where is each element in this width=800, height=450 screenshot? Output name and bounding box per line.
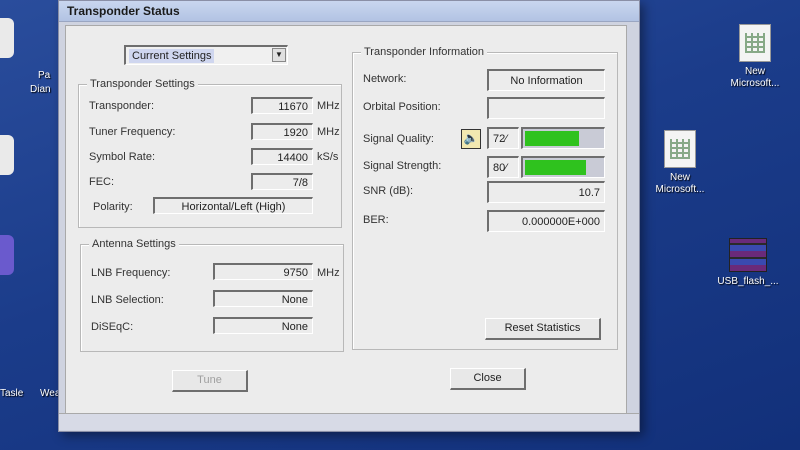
desktop-label-left: Dian — [30, 84, 51, 95]
dialog-titlebar[interactable]: Transponder Status — [59, 1, 639, 22]
diseqc-field[interactable]: None — [213, 317, 313, 334]
lnb-selection-label: LNB Selection: — [91, 294, 164, 306]
document-icon — [739, 24, 771, 62]
tuner-frequency-label: Tuner Frequency: — [89, 126, 176, 138]
desktop-icon-label: New Microsoft... — [655, 172, 705, 195]
signal-quality-field: 72⁄ — [487, 127, 519, 149]
snr-label: SNR (dB): — [363, 185, 414, 197]
archive-icon — [729, 238, 767, 272]
lnb-frequency-label: LNB Frequency: — [91, 267, 171, 279]
diseqc-label: DiSEqC: — [91, 321, 134, 333]
desktop-icon-word-doc[interactable]: New Microsoft... — [720, 24, 790, 90]
network-label: Network: — [363, 73, 407, 85]
dialog-title: Transponder Status — [67, 4, 180, 18]
desktop-app-icon[interactable] — [0, 135, 14, 175]
signal-quality-bar — [521, 127, 605, 149]
desktop-app-icon[interactable] — [0, 18, 14, 58]
signal-strength-fill — [525, 160, 586, 175]
desktop-label-left: Tasle — [0, 388, 24, 399]
network-field[interactable]: No Information — [487, 69, 605, 91]
desktop-icon-label: USB_flash_... — [717, 276, 779, 287]
signal-strength-field: 80⁄ — [487, 156, 519, 178]
dialog-bottom-strip — [59, 413, 639, 430]
unit-label: MHz — [317, 126, 340, 138]
tune-button[interactable]: Tune — [172, 370, 248, 392]
view-select-value: Current Settings — [129, 49, 215, 63]
group-title: Transponder Information — [361, 46, 488, 58]
polarity-field[interactable]: Horizontal/Left (High) — [153, 197, 313, 214]
spreadsheet-icon — [664, 130, 696, 168]
tuner-frequency-field[interactable]: 1920 — [251, 123, 313, 140]
unit-label: MHz — [317, 100, 340, 112]
transponder-settings-group: Transponder Settings Transponder: 11670 … — [78, 78, 342, 228]
transponder-status-dialog: Transponder Status Current Settings ▼ Tr… — [58, 0, 640, 432]
speaker-icon[interactable]: 🔈 — [461, 129, 481, 149]
close-button[interactable]: Close — [450, 368, 526, 390]
dialog-client: Current Settings ▼ Transponder Settings … — [65, 25, 627, 415]
signal-quality-fill — [525, 131, 580, 146]
transponder-label: Transponder: — [89, 100, 155, 112]
symbol-rate-field[interactable]: 14400 — [251, 148, 313, 165]
lnb-selection-field[interactable]: None — [213, 290, 313, 307]
desktop-icon-excel-doc[interactable]: New Microsoft... — [642, 130, 718, 196]
unit-label: kS/s — [317, 151, 339, 163]
polarity-label: Polarity: — [93, 201, 133, 213]
signal-quality-label: Signal Quality: — [363, 133, 434, 145]
unit-label: MHz — [317, 267, 340, 279]
view-select[interactable]: Current Settings ▼ — [124, 45, 288, 65]
transponder-field[interactable]: 11670 — [251, 97, 313, 114]
lnb-frequency-field[interactable]: 9750 — [213, 263, 313, 280]
orbital-position-label: Orbital Position: — [363, 101, 441, 113]
signal-strength-bar — [521, 156, 605, 178]
antenna-settings-group: Antenna Settings LNB Frequency: 9750 MHz… — [80, 238, 344, 352]
group-title: Transponder Settings — [87, 78, 198, 90]
desktop-icon-label: New Microsoft... — [730, 66, 780, 89]
ber-label: BER: — [363, 214, 389, 226]
snr-field: 10.7 — [487, 181, 605, 203]
ber-field: 0.000000E+000 — [487, 210, 605, 232]
transponder-information-group: Transponder Information Network: No Info… — [352, 46, 618, 350]
reset-statistics-button[interactable]: Reset Statistics — [485, 318, 601, 340]
chevron-down-icon[interactable]: ▼ — [272, 48, 286, 62]
desktop-icon-usb-flash[interactable]: USB_flash_... — [708, 238, 788, 288]
orbital-position-field[interactable] — [487, 97, 605, 119]
symbol-rate-label: Symbol Rate: — [89, 151, 156, 163]
fec-field[interactable]: 7/8 — [251, 173, 313, 190]
fec-label: FEC: — [89, 176, 115, 188]
desktop-label-left: Pa — [38, 70, 51, 81]
signal-strength-label: Signal Strength: — [363, 160, 442, 172]
desktop-app-icon[interactable] — [0, 235, 14, 275]
group-title: Antenna Settings — [89, 238, 179, 250]
